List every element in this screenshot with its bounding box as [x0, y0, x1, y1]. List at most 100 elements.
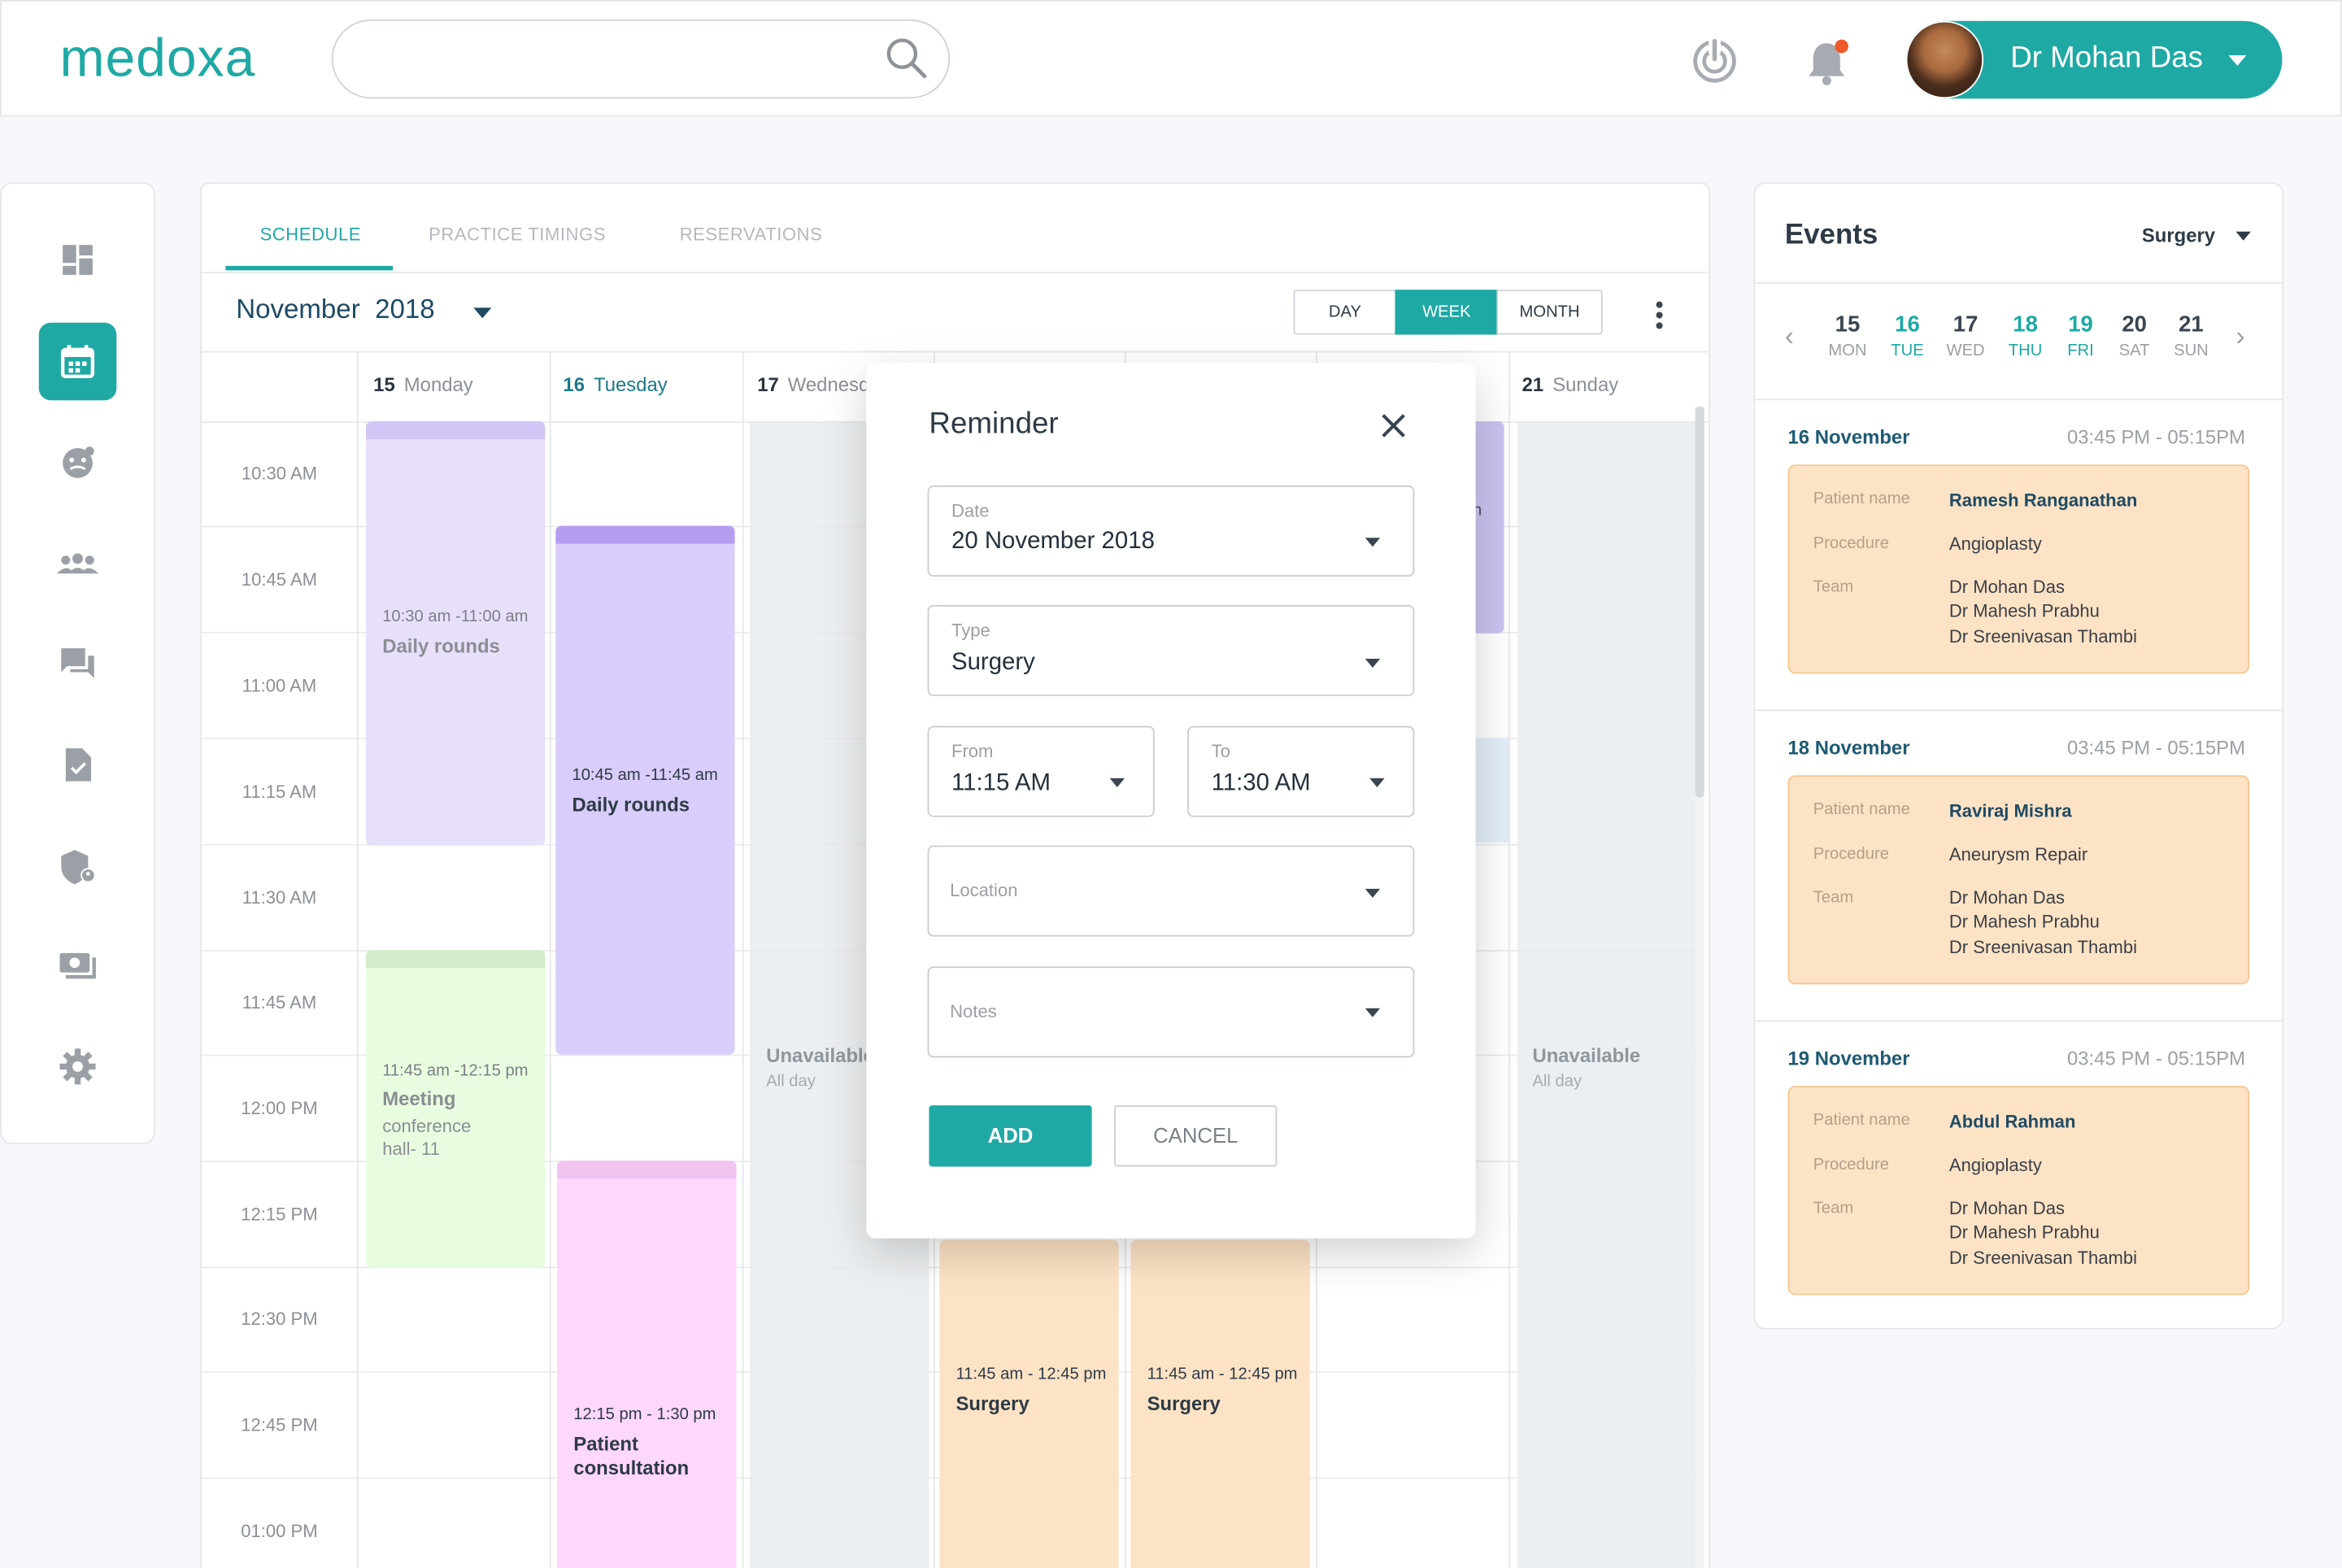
from-caret-icon[interactable]	[1109, 777, 1125, 787]
team-member: Dr Mahesh Prabhu	[1948, 600, 2100, 622]
patient-face-icon[interactable]	[39, 425, 117, 503]
day-number: 16	[563, 373, 586, 396]
patient-name: Raviraj Mishra	[1948, 800, 2072, 822]
events-filter-select[interactable]: Surgery	[2142, 224, 2215, 247]
event-time: 11:45 am - 12:45 pm	[1147, 1365, 1298, 1383]
more-options-icon[interactable]	[1652, 298, 1666, 331]
week-day-mon[interactable]: 15 MON	[1817, 312, 1877, 360]
cancel-button[interactable]: CANCEL	[1114, 1105, 1278, 1167]
unavailable-title: Unavailable	[766, 1043, 874, 1067]
event-date: 16 November	[1787, 425, 1910, 449]
week-day-label: WED	[1946, 342, 1985, 360]
event-location: conference hall- 11	[382, 1116, 472, 1160]
event-color-bar	[555, 525, 735, 544]
dashboard-icon[interactable]	[39, 221, 117, 299]
panel-divider	[1755, 282, 2283, 284]
date-value: 20 November 2018	[951, 529, 1155, 555]
grid-line	[742, 352, 744, 1568]
event-daily-rounds-mon[interactable]: 10:30 am -11:00 am Daily rounds	[365, 420, 546, 846]
notification-bell-icon[interactable]	[1803, 36, 1851, 86]
add-button[interactable]: ADD	[929, 1105, 1092, 1167]
notes-caret-icon[interactable]	[1365, 1008, 1381, 1017]
event-daily-rounds-tue[interactable]: 10:45 am -11:45 am Daily rounds	[555, 525, 735, 1055]
day-name: Sunday	[1552, 373, 1619, 396]
event-color-bar	[557, 1161, 737, 1179]
event-meeting[interactable]: 11:45 am -12:15 pm Meeting conference ha…	[365, 950, 546, 1269]
time-label: 11:00 AM	[242, 675, 317, 696]
tab-schedule[interactable]: SCHEDULE	[260, 224, 361, 246]
week-day-wed[interactable]: 17 WED	[1935, 312, 1995, 360]
time-label: 10:30 AM	[241, 463, 318, 485]
month-caret-icon[interactable]	[473, 307, 492, 319]
event-time: 03:45 PM - 05:15PM	[2066, 736, 2245, 760]
broadcast-icon[interactable]	[1689, 34, 1739, 85]
active-tab-indicator	[225, 265, 394, 271]
day-header-mon[interactable]: 15 Monday	[373, 373, 473, 396]
user-name[interactable]: Dr Mohan Das	[2010, 41, 2203, 76]
patient-name: Ramesh Ranganathan	[1948, 490, 2138, 512]
week-day-number: 20	[2122, 311, 2147, 338]
chat-icon[interactable]	[39, 625, 117, 703]
event-surgery-thu[interactable]: 11:45 am - 12:45 pm Surgery	[939, 1239, 1119, 1568]
billing-icon[interactable]	[39, 926, 117, 1004]
event-partial-sat-2[interactable]	[1471, 738, 1509, 843]
patient-name: Abdul Rahman	[1948, 1111, 2076, 1133]
app-logo[interactable]: medoxa	[59, 27, 255, 89]
search-input[interactable]	[331, 19, 951, 99]
event-surgery-fri[interactable]: 11:45 am - 12:45 pm Surgery	[1130, 1239, 1310, 1568]
event-date: 18 November	[1787, 736, 1910, 760]
unavailable-subtitle: All day	[1532, 1072, 1582, 1091]
unavailable-block-sun	[1517, 420, 1697, 1568]
type-caret-icon[interactable]	[1365, 658, 1381, 669]
event-date: 19 November	[1787, 1047, 1910, 1070]
week-day-sun[interactable]: 21 SUN	[2161, 312, 2221, 360]
time-label: 11:45 AM	[242, 991, 317, 1013]
week-day-fri[interactable]: 19 FRI	[2051, 312, 2110, 360]
event-patient-consultation[interactable]: 12:15 pm - 1:30 pm Patient consultation	[557, 1161, 737, 1568]
view-month-button[interactable]: MONTH	[1496, 290, 1603, 335]
settings-gear-icon[interactable]	[39, 1028, 117, 1106]
tab-practice-timings[interactable]: PRACTICE TIMINGS	[429, 224, 606, 246]
procedure-label: Procedure	[1813, 1156, 1889, 1174]
view-week-button[interactable]: WEEK	[1395, 290, 1499, 335]
user-menu-caret-icon[interactable]	[2228, 54, 2247, 66]
day-number: 17	[757, 373, 779, 396]
security-shield-icon[interactable]	[39, 828, 117, 906]
week-day-tue[interactable]: 16 TUE	[1878, 312, 1937, 360]
event-time: 03:45 PM - 05:15PM	[2066, 425, 2245, 449]
chevron-left-icon[interactable]: ‹	[1785, 321, 1794, 353]
time-label: 12:15 PM	[241, 1204, 318, 1226]
event-title: Surgery	[956, 1392, 1030, 1415]
close-icon[interactable]	[1377, 409, 1409, 442]
day-header-wed[interactable]: 17 Wednesd	[757, 373, 869, 396]
day-name: Tuesday	[594, 373, 668, 396]
user-avatar[interactable]	[1905, 20, 1984, 99]
day-header-sun[interactable]: 21 Sunday	[1522, 373, 1619, 396]
filter-caret-icon[interactable]	[2235, 231, 2251, 241]
view-day-button[interactable]: DAY	[1293, 290, 1397, 335]
from-value: 11:15 AM	[951, 770, 1051, 796]
location-caret-icon[interactable]	[1365, 888, 1381, 898]
search-icon[interactable]	[884, 36, 929, 81]
week-day-label: THU	[2008, 342, 2043, 360]
week-day-thu[interactable]: 18 THU	[1996, 312, 2055, 360]
document-check-icon[interactable]	[39, 726, 117, 804]
type-label: Type	[951, 620, 990, 641]
date-caret-icon[interactable]	[1365, 538, 1381, 547]
month-selector[interactable]: November 2018	[236, 294, 434, 326]
to-caret-icon[interactable]	[1369, 777, 1385, 787]
week-day-sat[interactable]: 20 SAT	[2105, 312, 2164, 360]
grid-line	[1508, 352, 1510, 1568]
team-icon[interactable]	[39, 526, 117, 604]
sidebar-item-calendar[interactable]	[38, 322, 117, 401]
notes-select[interactable]	[927, 966, 1415, 1058]
chevron-right-icon[interactable]: ›	[2236, 321, 2245, 353]
tab-reservations[interactable]: RESERVATIONS	[680, 224, 823, 246]
dialog-title: Reminder	[929, 407, 1059, 441]
calendar-top-border	[201, 351, 1709, 353]
day-header-tue[interactable]: 16 Tuesday	[563, 373, 667, 396]
scrollbar-thumb[interactable]	[1695, 406, 1704, 798]
time-label: 12:30 PM	[241, 1308, 318, 1330]
procedure: Angioplasty	[1948, 533, 2042, 555]
week-day-label: MON	[1828, 342, 1867, 360]
